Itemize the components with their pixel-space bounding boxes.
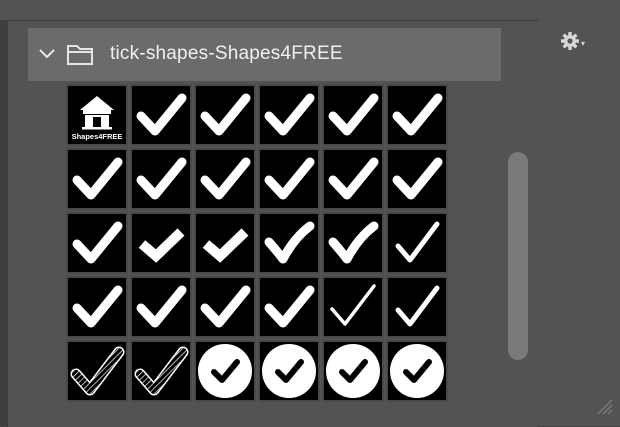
checkmark-circle-icon	[198, 344, 252, 398]
checkmark-bold-icon	[264, 285, 315, 328]
house-icon: Shapes4FREE	[72, 96, 123, 141]
checkmark-circle-icon	[390, 344, 444, 398]
checkmark-bold-icon	[392, 157, 443, 200]
folder-icon	[67, 45, 93, 65]
shape-thumbnail[interactable]	[322, 84, 384, 146]
logo-caption: Shapes4FREE	[72, 132, 123, 141]
shape-thumbnail[interactable]	[130, 84, 192, 146]
shape-thumbnail[interactable]	[322, 212, 384, 274]
shape-thumbnail[interactable]	[258, 84, 320, 146]
panel-top-strip	[0, 0, 620, 20]
scrollbar-thumb[interactable]	[508, 152, 528, 360]
shape-thumbnail[interactable]	[66, 276, 128, 338]
checkmark-bold-icon	[392, 93, 443, 136]
panel-gutter	[0, 0, 7, 426]
shape-thumbnail[interactable]	[194, 276, 256, 338]
shape-thumbnail[interactable]	[386, 212, 448, 274]
shapes-panel: ▾ tick-shapes-Shapes4FREE Shapes4FREE	[0, 0, 620, 427]
checkmark-thin-icon	[395, 285, 440, 327]
shape-thumbnail-grid: Shapes4FREE	[66, 84, 448, 402]
checkmark-bold-icon	[72, 285, 123, 328]
checkmark-chevron-icon	[202, 228, 249, 263]
chevron-down-icon: ▾	[581, 38, 586, 48]
shape-thumbnail[interactable]	[130, 148, 192, 210]
shape-thumbnail[interactable]	[66, 148, 128, 210]
checkmark-bold-icon	[200, 157, 251, 200]
shape-thumbnail[interactable]	[194, 148, 256, 210]
checkmark-bold-icon	[136, 93, 187, 136]
checkmark-chevron-icon	[138, 228, 185, 263]
shape-thumbnail[interactable]	[130, 340, 192, 402]
shape-thumbnail[interactable]	[66, 212, 128, 274]
checkmark-bold-icon	[72, 221, 123, 264]
checkmark-bold-icon	[136, 157, 187, 200]
resize-grip-icon[interactable]	[594, 396, 614, 416]
shape-thumbnail[interactable]	[386, 148, 448, 210]
shape-thumbnail[interactable]	[386, 340, 448, 402]
shape-thumbnail[interactable]	[322, 340, 384, 402]
checkmark-bold-icon	[328, 157, 379, 200]
shape-thumbnail-logo[interactable]: Shapes4FREE	[66, 84, 128, 146]
shape-group-header[interactable]: tick-shapes-Shapes4FREE	[28, 28, 501, 81]
panel-settings-button[interactable]: ▾	[560, 30, 594, 52]
shape-thumbnail[interactable]	[258, 148, 320, 210]
shape-thumbnail[interactable]	[258, 276, 320, 338]
checkmark-bold-icon	[200, 285, 251, 328]
checkmark-hatched-icon	[134, 346, 189, 396]
checkmark-bold-icon	[72, 157, 123, 200]
shape-thumbnail[interactable]	[194, 84, 256, 146]
checkmark-brush-icon	[328, 221, 379, 264]
checkmark-bold-icon	[264, 157, 315, 200]
shape-thumbnail[interactable]	[322, 148, 384, 210]
shape-thumbnail[interactable]	[386, 84, 448, 146]
shape-thumbnail[interactable]	[66, 340, 128, 402]
shape-thumbnail[interactable]	[194, 340, 256, 402]
checkmark-outline-icon	[330, 284, 376, 326]
checkmark-brush-icon	[264, 221, 315, 264]
shape-thumbnail[interactable]	[258, 340, 320, 402]
shape-group-title: tick-shapes-Shapes4FREE	[110, 43, 343, 64]
checkmark-bold-icon	[264, 93, 315, 136]
gear-icon	[561, 32, 579, 50]
shape-thumbnail[interactable]	[258, 212, 320, 274]
checkmark-thin-icon	[395, 221, 440, 263]
shape-thumbnail[interactable]	[194, 212, 256, 274]
checkmark-bold-icon	[136, 285, 187, 328]
shape-thumbnail[interactable]	[130, 276, 192, 338]
checkmark-circle-icon	[262, 344, 316, 398]
checkmark-hatched-icon	[70, 346, 125, 396]
checkmark-bold-icon	[328, 93, 379, 136]
chevron-down-icon[interactable]	[38, 48, 56, 60]
checkmark-bold-icon	[200, 93, 251, 136]
shape-thumbnail[interactable]	[130, 212, 192, 274]
shape-thumbnail[interactable]	[386, 276, 448, 338]
shape-thumbnail[interactable]	[322, 276, 384, 338]
checkmark-circle-icon	[326, 344, 380, 398]
